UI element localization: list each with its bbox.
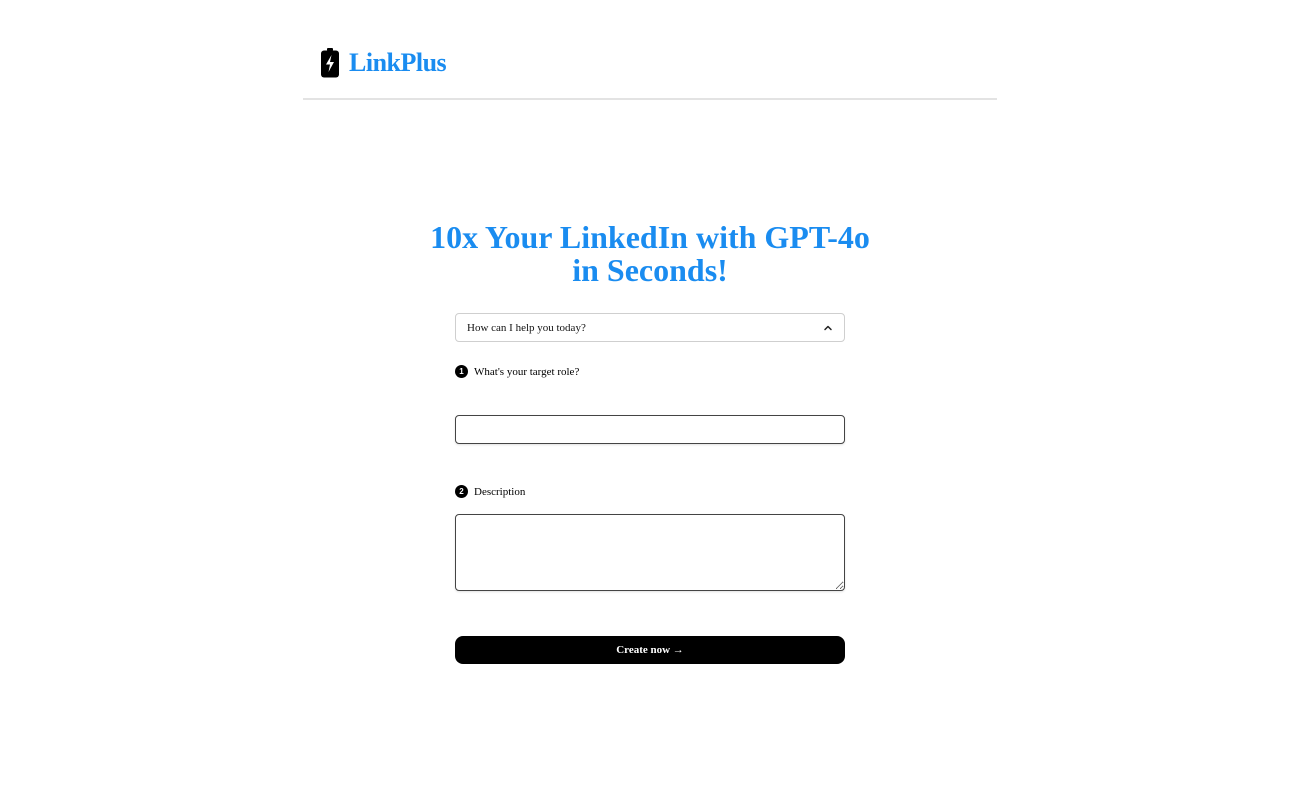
battery-bolt-icon	[321, 48, 339, 78]
step-description: 2 Description	[455, 485, 525, 498]
hero-title-line1: 10x Your LinkedIn with GPT-4o	[430, 219, 870, 255]
brand-name: LinkPlus	[349, 48, 447, 77]
hero-title-line2: in Seconds!	[572, 252, 728, 288]
site-header: LinkPlus	[303, 0, 997, 100]
step-label: Description	[474, 485, 526, 498]
chevron-up-icon	[824, 325, 832, 330]
logo[interactable]: LinkPlus	[320, 48, 447, 78]
step-number-badge: 1	[455, 365, 468, 378]
step-label: What's your target role?	[474, 365, 580, 378]
help-select-value: How can I help you today?	[467, 321, 586, 334]
create-now-button[interactable]: Create now →	[455, 636, 845, 664]
help-select[interactable]: How can I help you today?	[455, 313, 845, 342]
description-textarea[interactable]	[455, 514, 845, 591]
target-role-input[interactable]	[455, 415, 845, 444]
hero-title: 10x Your LinkedIn with GPT-4o in Seconds…	[350, 221, 950, 287]
step-number-badge: 2	[455, 485, 468, 498]
step-target-role: 1 What's your target role?	[455, 365, 579, 378]
